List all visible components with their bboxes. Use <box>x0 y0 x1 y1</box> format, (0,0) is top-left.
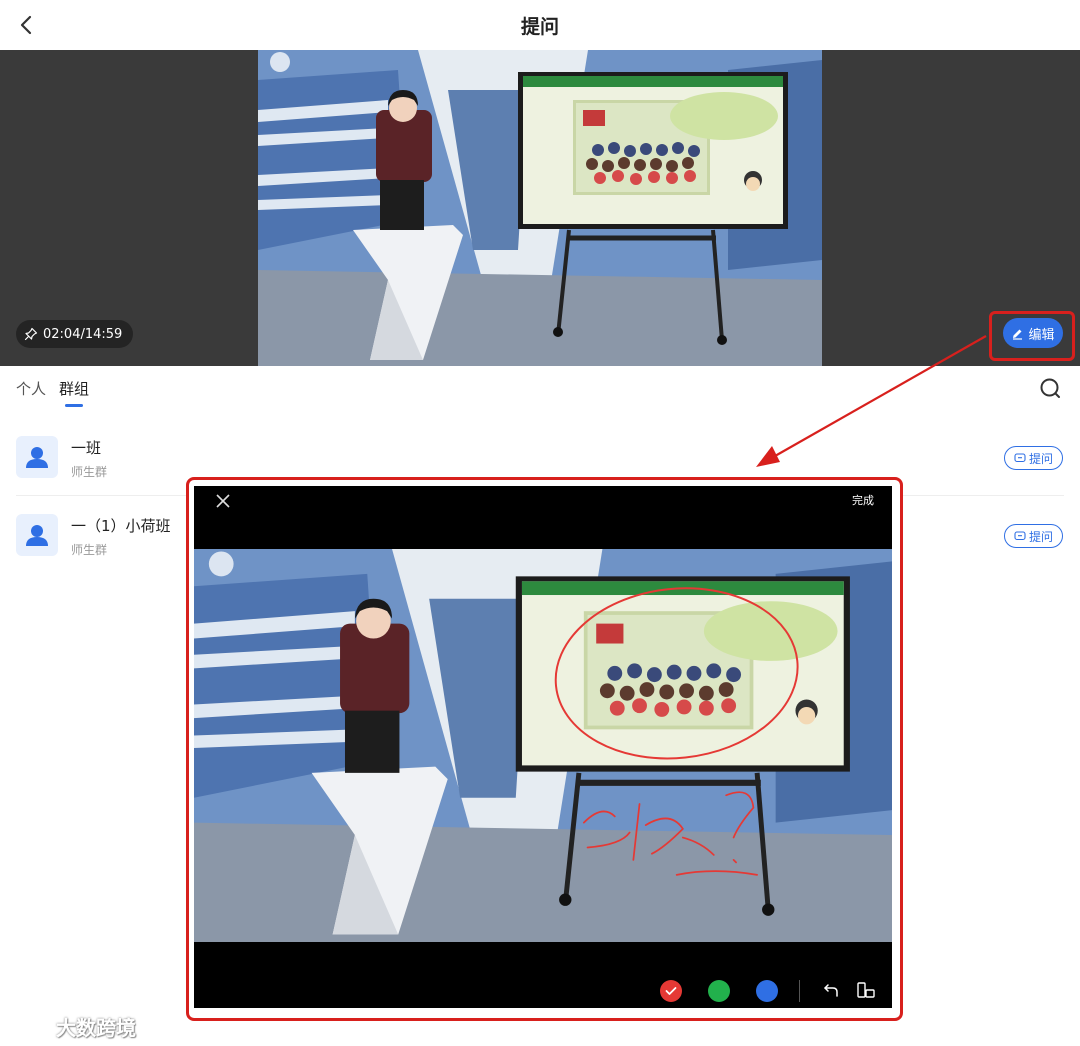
group-subtitle: 师生群 <box>71 543 108 557</box>
group-name: 一班 <box>71 439 102 457</box>
checkmark-icon <box>665 987 677 995</box>
tab-personal[interactable]: 个人 <box>16 378 46 399</box>
timestamp-badge[interactable]: 02:04/14:59 <box>16 320 134 348</box>
ask-button[interactable]: 提问 <box>1004 446 1063 470</box>
undo-button[interactable] <box>822 980 842 1000</box>
color-green-button[interactable] <box>708 980 730 1002</box>
active-tab-indicator <box>65 404 83 407</box>
top-bar: 提问 <box>0 0 1080 50</box>
watermark: 大数跨境 <box>10 1012 136 1041</box>
rotate-screen-icon <box>857 982 875 998</box>
edit-button-highlight <box>989 311 1075 361</box>
page-title: 提问 <box>520 16 559 38</box>
tab-groups[interactable]: 群组 <box>59 378 89 399</box>
annotated-frame[interactable] <box>194 549 892 942</box>
undo-icon <box>824 984 838 997</box>
ask-button[interactable]: 提问 <box>1004 524 1063 548</box>
video-frame <box>258 50 822 366</box>
color-blue-button[interactable] <box>756 980 778 1002</box>
close-button[interactable] <box>212 490 234 512</box>
search-button[interactable] <box>1038 376 1064 402</box>
done-button[interactable]: 完成 <box>852 492 874 508</box>
close-icon <box>216 494 230 508</box>
rotate-screen-button[interactable] <box>856 980 876 1000</box>
ask-label: 提问 <box>1028 529 1053 544</box>
user-icon <box>26 447 48 468</box>
pin-icon <box>24 327 38 341</box>
video-player[interactable]: 02:04/14:59 编辑 <box>0 50 1080 366</box>
chat-bubble-icon <box>1014 531 1026 541</box>
avatar <box>16 514 58 556</box>
user-icon <box>26 525 48 546</box>
avatar <box>16 436 58 478</box>
watermark-text: 大数跨境 <box>56 1016 136 1040</box>
group-subtitle: 师生群 <box>71 465 108 479</box>
search-icon <box>1040 378 1060 398</box>
chat-bubble-icon <box>1014 453 1026 463</box>
brand-logo-icon <box>10 1017 46 1036</box>
toolbar-divider <box>799 980 800 1002</box>
timestamp-text: 02:04/14:59 <box>43 326 123 342</box>
tab-bar: 个人 群组 <box>0 366 1080 416</box>
color-red-button[interactable] <box>660 980 682 1002</box>
ask-label: 提问 <box>1028 451 1053 466</box>
group-name: 一（1）小荷班 <box>71 517 171 535</box>
editor-preview: 完成 <box>194 486 892 1008</box>
